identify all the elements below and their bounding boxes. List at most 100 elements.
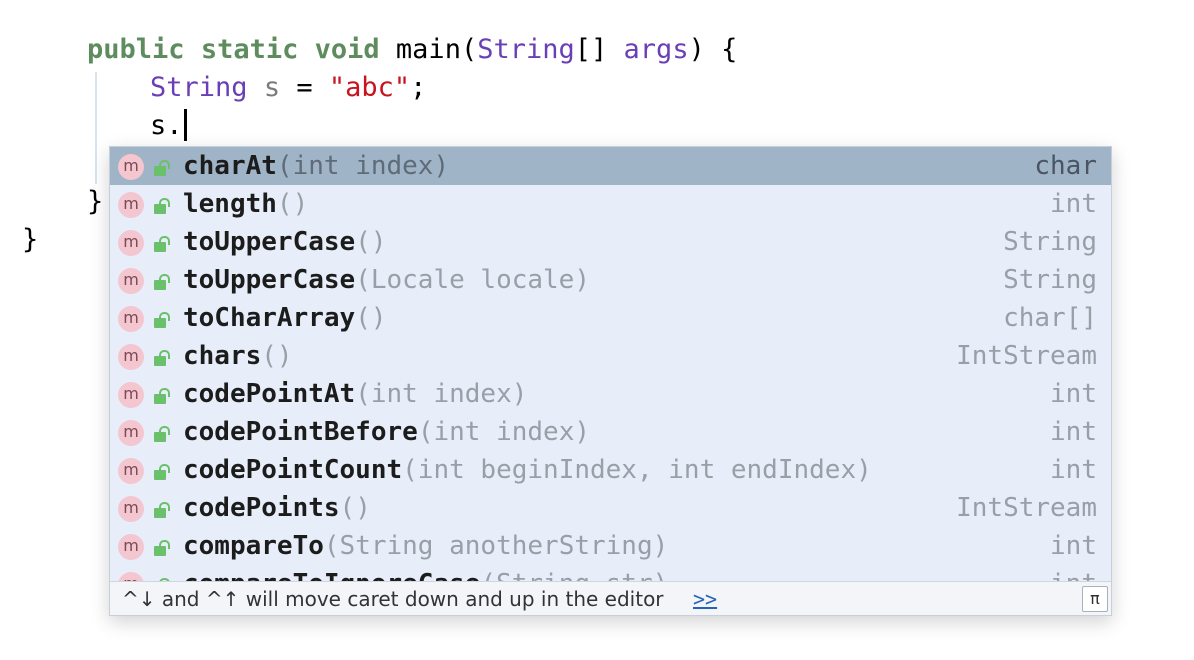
method-name: codePointCount bbox=[183, 455, 403, 485]
completion-item-label: toUpperCase() bbox=[183, 223, 387, 261]
typed-text: s. bbox=[150, 110, 183, 141]
method-params: (int index) bbox=[276, 151, 450, 181]
completion-item-label: codePointAt(int index) bbox=[183, 375, 527, 413]
closing-brace: } bbox=[87, 186, 104, 217]
method-icon: m bbox=[118, 382, 144, 408]
assign-operator: = bbox=[296, 72, 313, 103]
method-name: codePointBefore bbox=[183, 417, 418, 447]
method-icon: m bbox=[118, 496, 144, 522]
public-lock-icon bbox=[154, 502, 170, 518]
method-name: codePointAt bbox=[183, 379, 356, 409]
method-icon: m bbox=[118, 268, 144, 294]
return-type: char[] bbox=[1003, 303, 1097, 333]
keyword-void: void bbox=[314, 34, 380, 65]
completion-item-label: length() bbox=[183, 185, 308, 223]
completion-item-label: codePointBefore(int index) bbox=[183, 413, 590, 451]
return-type: char bbox=[1034, 151, 1097, 181]
public-lock-icon bbox=[154, 388, 170, 404]
completion-item-label: toUpperCase(Locale locale) bbox=[183, 261, 590, 299]
param-name: args bbox=[623, 34, 689, 65]
return-type: String bbox=[1003, 265, 1097, 295]
method-icon: m bbox=[118, 154, 144, 180]
completion-list[interactable]: m charAt(int index) char m length() int m toUpp… bbox=[110, 147, 1111, 581]
public-lock-icon bbox=[154, 160, 170, 176]
string-literal: "abc" bbox=[328, 72, 411, 103]
method-params: (int beginIndex, int endIndex) bbox=[402, 455, 872, 485]
completion-item[interactable]: m toUpperCase(Locale locale) String bbox=[110, 261, 1111, 299]
public-lock-icon bbox=[154, 350, 170, 366]
method-params: () bbox=[355, 227, 387, 257]
code-line-2[interactable]: String s = "abc"; bbox=[150, 69, 426, 107]
code-line-5[interactable]: } bbox=[22, 221, 38, 259]
code-line-3[interactable]: s. bbox=[150, 107, 187, 145]
completion-item[interactable]: m compareTo(String anotherString) int bbox=[110, 527, 1111, 565]
completion-item[interactable]: m codePoints() IntStream bbox=[110, 489, 1111, 527]
pi-button[interactable]: π bbox=[1082, 586, 1108, 612]
completion-item[interactable]: m charAt(int index) char bbox=[110, 147, 1111, 185]
completion-item[interactable]: m codePointCount(int beginIndex, int endI… bbox=[110, 451, 1111, 489]
return-type: int bbox=[1050, 531, 1097, 561]
public-lock-icon bbox=[154, 198, 170, 214]
text-caret bbox=[183, 108, 187, 141]
more-link[interactable]: >> bbox=[693, 582, 717, 615]
method-params: (int index) bbox=[417, 417, 590, 447]
var-name: s bbox=[263, 72, 281, 103]
completion-item-label: charAt(int index) bbox=[183, 147, 449, 185]
code-line-1[interactable]: public static void main(String[] args) { bbox=[87, 31, 737, 69]
method-name: main bbox=[395, 34, 461, 65]
keyword-static: static bbox=[200, 34, 299, 65]
completion-item[interactable]: m codePointBefore(int index) int bbox=[110, 413, 1111, 451]
completion-item[interactable]: m chars() IntStream bbox=[110, 337, 1111, 375]
completion-item[interactable]: m compareToIgnoreCase(String str) int bbox=[110, 565, 1111, 581]
line1-tail: ) { bbox=[688, 34, 738, 65]
var-type: String bbox=[150, 72, 248, 103]
closing-brace: } bbox=[22, 224, 39, 255]
method-params: (int index) bbox=[355, 379, 528, 409]
method-name: compareToIgnoreCase bbox=[183, 569, 480, 581]
method-name: toUpperCase bbox=[183, 265, 356, 295]
method-params: () bbox=[261, 341, 293, 371]
completion-item[interactable]: m length() int bbox=[110, 185, 1111, 223]
return-type: int bbox=[1050, 379, 1097, 409]
keyword-public: public bbox=[87, 34, 185, 65]
public-lock-icon bbox=[154, 540, 170, 556]
method-name: toUpperCase bbox=[183, 227, 356, 257]
method-name: charAt bbox=[183, 151, 277, 181]
return-type: IntStream bbox=[956, 493, 1097, 523]
return-type: IntStream bbox=[956, 341, 1097, 371]
method-params: (Locale locale) bbox=[355, 265, 590, 295]
return-type: int bbox=[1050, 189, 1097, 219]
method-params: () bbox=[276, 189, 309, 219]
param-type: String bbox=[477, 34, 575, 65]
method-icon: m bbox=[118, 306, 144, 332]
completion-item-label: toCharArray() bbox=[183, 299, 387, 337]
method-params: (String anotherString) bbox=[323, 531, 669, 561]
method-icon: m bbox=[118, 420, 144, 446]
public-lock-icon bbox=[154, 312, 170, 328]
semicolon: ; bbox=[410, 72, 427, 103]
public-lock-icon bbox=[154, 464, 170, 480]
return-type: int bbox=[1050, 565, 1097, 581]
completion-item[interactable]: m codePointAt(int index) int bbox=[110, 375, 1111, 413]
completion-item[interactable]: m toUpperCase() String bbox=[110, 223, 1111, 261]
public-lock-icon bbox=[154, 274, 170, 290]
public-lock-icon bbox=[154, 426, 170, 442]
return-type: int bbox=[1050, 417, 1097, 447]
completion-item-label: compareToIgnoreCase(String str) bbox=[183, 565, 668, 581]
completion-popup[interactable]: m charAt(int index) char m length() int m toUpp… bbox=[109, 146, 1112, 616]
return-type: String bbox=[1003, 227, 1097, 257]
completion-item-label: codePointCount(int beginIndex, int endIn… bbox=[183, 451, 872, 489]
method-name: chars bbox=[183, 341, 262, 371]
code-line-4[interactable]: } bbox=[87, 183, 103, 221]
completion-item[interactable]: m toCharArray() char[] bbox=[110, 299, 1111, 337]
method-icon: m bbox=[118, 230, 144, 256]
method-params: (String str) bbox=[480, 569, 668, 581]
completion-item-label: compareTo(String anotherString) bbox=[183, 527, 668, 565]
method-icon: m bbox=[118, 534, 144, 560]
completion-footer: ^↓ and ^↑ will move caret down and up in… bbox=[110, 581, 1111, 615]
public-lock-icon bbox=[154, 236, 170, 252]
method-name: toCharArray bbox=[183, 303, 356, 333]
method-icon: m bbox=[118, 572, 144, 581]
method-name: compareTo bbox=[183, 531, 324, 561]
method-icon: m bbox=[118, 344, 144, 370]
